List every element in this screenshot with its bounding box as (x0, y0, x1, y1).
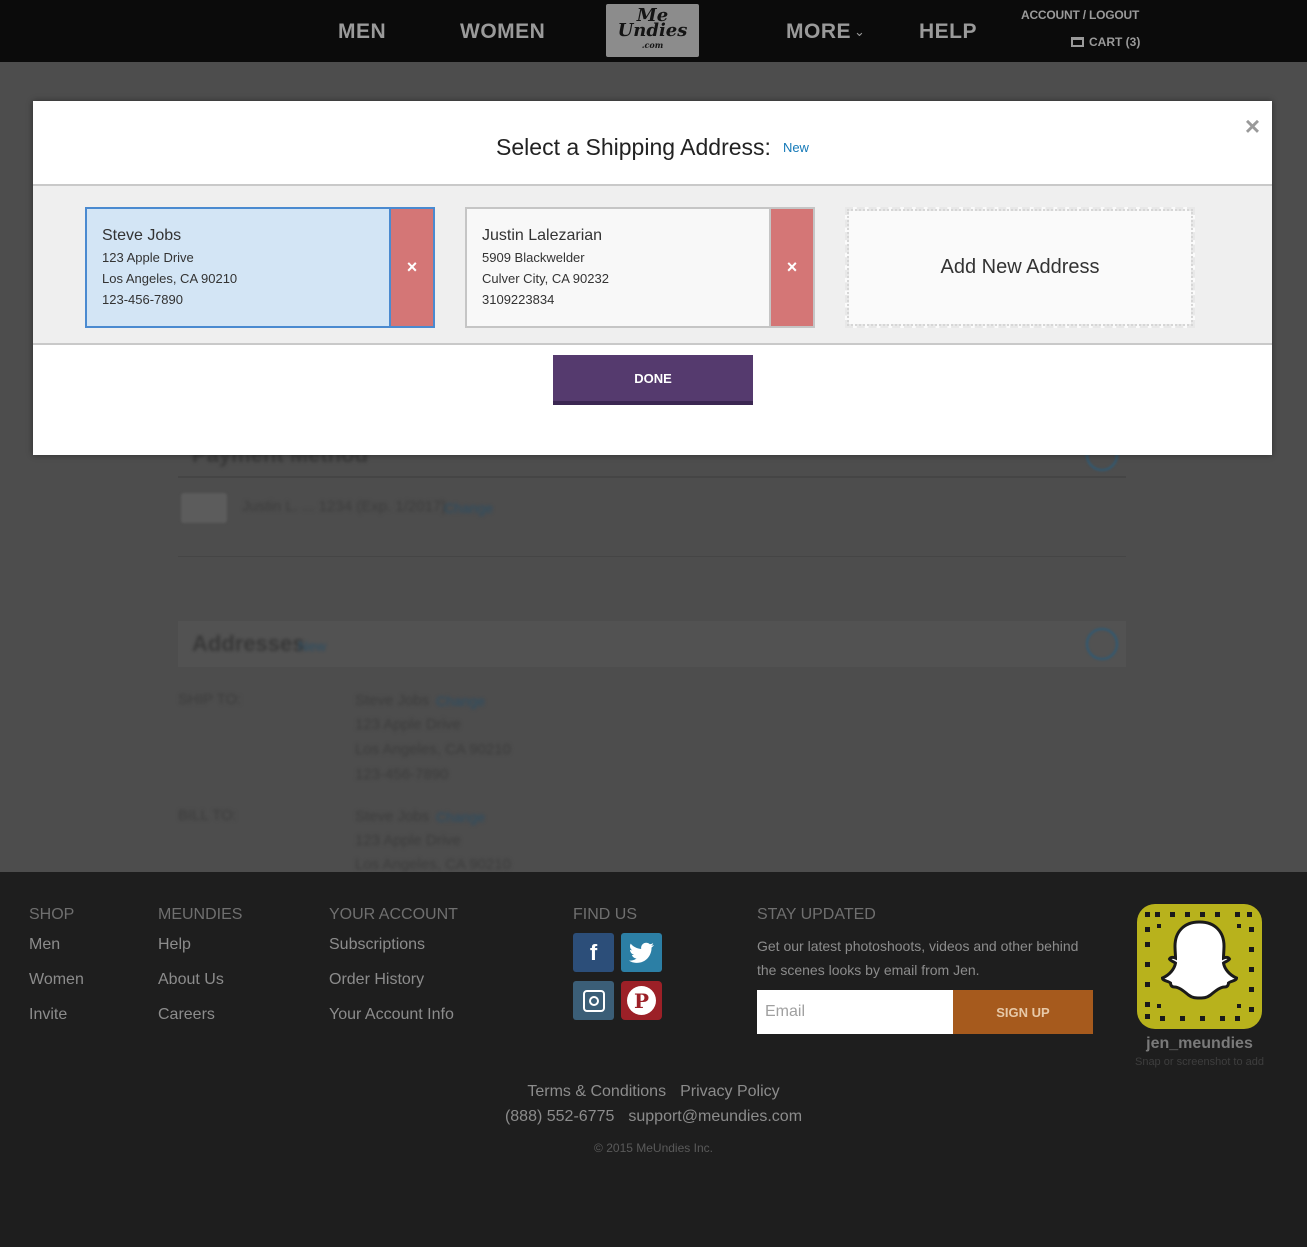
snapchat-caption: Snap or screenshot to add (1134, 1056, 1265, 1068)
delete-address-button[interactable]: × (769, 209, 813, 326)
pinterest-icon[interactable]: P (621, 981, 662, 1020)
bill-name: Steve Jobs (355, 808, 430, 825)
address-phone: 3109223834 (482, 292, 555, 307)
nav-more[interactable]: MORE ⌄ (786, 20, 865, 44)
footer-shop-heading: SHOP (29, 906, 75, 923)
cart-link[interactable]: CART (3) (1071, 35, 1140, 49)
address-card[interactable]: Justin Lalezarian 5909 Blackwelder Culve… (465, 207, 815, 328)
snapchat-username: jen_meundies (1146, 1035, 1253, 1052)
ship-change-link: Change (436, 693, 486, 709)
bill-line2: Los Angeles, CA 90210 (355, 856, 511, 873)
new-address-link[interactable]: New (783, 140, 809, 155)
footer-stay-updated-heading: STAY UPDATED (757, 906, 876, 923)
cart-label: CART (3) (1089, 35, 1141, 49)
addresses-heading: Addresses (192, 631, 305, 656)
bill-to-label: BILL TO: (178, 807, 237, 824)
modal-title: Select a Shipping Address: New (33, 134, 1272, 161)
newsletter-description: Get our latest photoshoots, videos and o… (757, 938, 1079, 978)
instagram-icon[interactable] (573, 981, 614, 1020)
nav-men[interactable]: MEN (338, 20, 386, 44)
divider (178, 476, 1126, 478)
footer-link-men[interactable]: Men (29, 936, 60, 954)
terms-link[interactable]: Terms & Conditions (527, 1083, 666, 1100)
address-info: Steve Jobs 123 Apple Drive Los Angeles, … (102, 226, 237, 310)
footer-find-us-heading: FIND US (573, 906, 637, 923)
chevron-down-icon: ⌄ (854, 24, 866, 39)
footer-account-heading: YOUR ACCOUNT (329, 906, 458, 923)
address-info: Justin Lalezarian 5909 Blackwelder Culve… (482, 226, 609, 310)
ship-line1: 123 Apple Drive (355, 716, 461, 733)
support-email-link[interactable]: support@meundies.com (628, 1108, 802, 1125)
address-name: Justin Lalezarian (482, 227, 603, 244)
credit-card-icon (181, 493, 227, 523)
account-logout-link[interactable]: ACCOUNT / LOGOUT (1021, 8, 1139, 22)
address-phone: 123-456-7890 (102, 292, 183, 307)
footer-contact: (888) 552-6775 support@meundies.com (0, 1108, 1307, 1126)
addresses-expand-icon (1086, 628, 1118, 660)
snapcode-image (1137, 904, 1262, 1029)
close-icon: × (406, 257, 418, 277)
add-new-address-button[interactable]: Add New Address (845, 207, 1195, 328)
footer-link-subscriptions[interactable]: Subscriptions (329, 936, 425, 954)
ship-name: Steve Jobs (355, 692, 430, 709)
nav-women[interactable]: WOMEN (460, 20, 545, 44)
email-field[interactable] (757, 990, 953, 1034)
footer-link-order-history[interactable]: Order History (329, 971, 424, 989)
nav-help[interactable]: HELP (919, 20, 977, 44)
sign-up-button[interactable]: SIGN UP (953, 990, 1093, 1034)
ship-line2: Los Angeles, CA 90210 (355, 741, 511, 758)
delete-address-button[interactable]: × (389, 209, 433, 326)
card-text: Justin L. ... 1234 (Exp. 1/2017) (242, 498, 447, 515)
address-line1: 123 Apple Drive (102, 250, 194, 265)
footer-link-women[interactable]: Women (29, 971, 84, 989)
address-card-selected[interactable]: Steve Jobs 123 Apple Drive Los Angeles, … (85, 207, 435, 328)
addresses-new-link: New (298, 638, 327, 654)
modal-title-text: Select a Shipping Address: (496, 134, 771, 160)
ship-phone: 123-456-7890 (355, 766, 449, 783)
divider (178, 556, 1126, 557)
address-line1: 5909 Blackwelder (482, 250, 585, 265)
nav-more-label: MORE (786, 20, 851, 43)
footer-link-careers[interactable]: Careers (158, 1006, 215, 1024)
footer: SHOP Men Women Invite MEUNDIES Help Abou… (0, 872, 1307, 1247)
close-icon: × (786, 257, 798, 277)
bill-change-link: Change (436, 809, 486, 825)
address-name: Steve Jobs (102, 227, 182, 244)
copyright: © 2015 MeUndies Inc. (594, 1141, 713, 1155)
bill-line1: 123 Apple Drive (355, 832, 461, 849)
footer-link-about-us[interactable]: About Us (158, 971, 224, 989)
done-button[interactable]: DONE (553, 355, 753, 405)
twitter-icon[interactable] (621, 933, 662, 972)
footer-link-account-info[interactable]: Your Account Info (329, 1006, 454, 1024)
footer-link-help[interactable]: Help (158, 936, 191, 954)
address-line2: Los Angeles, CA 90210 (102, 271, 238, 286)
cart-icon (1071, 37, 1084, 47)
phone-number: (888) 552-6775 (504, 1108, 615, 1125)
top-nav: MEN WOMEN Me Undies .com MORE ⌄ HELP ACCO… (0, 0, 1307, 62)
meundies-logo[interactable]: Me Undies .com (606, 4, 699, 57)
footer-link-invite[interactable]: Invite (29, 1006, 67, 1024)
ship-to-label: SHIP TO: (178, 691, 242, 708)
shipping-address-modal: × Select a Shipping Address: New Steve Jo… (33, 101, 1272, 455)
facebook-icon[interactable]: f (573, 933, 614, 972)
privacy-link[interactable]: Privacy Policy (680, 1083, 780, 1100)
address-line2: Culver City, CA 90232 (482, 271, 609, 286)
address-list: Steve Jobs 123 Apple Drive Los Angeles, … (33, 184, 1272, 345)
footer-meundies-heading: MEUNDIES (158, 906, 243, 923)
card-change-link: Change (444, 500, 494, 516)
footer-legal-links: Terms & Conditions Privacy Policy (0, 1083, 1307, 1101)
